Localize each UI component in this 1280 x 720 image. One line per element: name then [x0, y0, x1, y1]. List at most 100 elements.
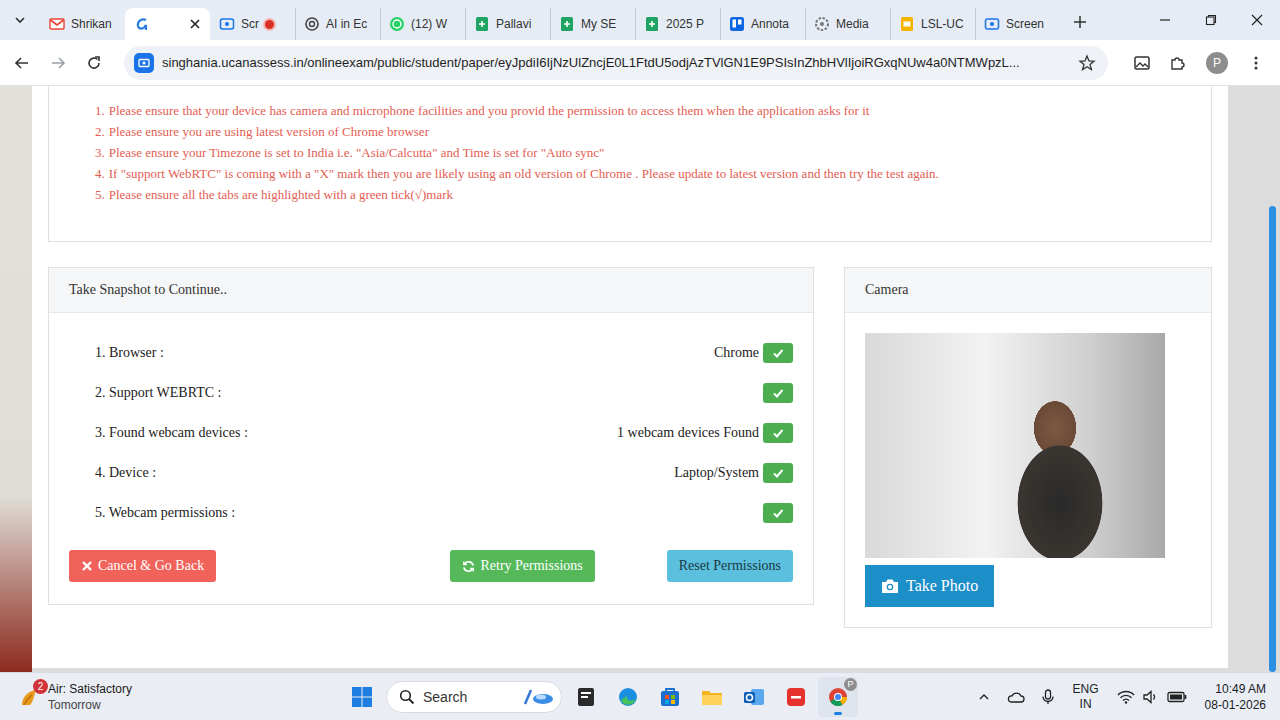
wifi-icon [1117, 690, 1135, 704]
check-label: 3. Found webcam devices : [95, 425, 248, 441]
retry-button[interactable]: Retry Permissions [450, 550, 594, 582]
reset-button[interactable]: Reset Permissions [667, 550, 793, 582]
edge-app[interactable] [608, 677, 648, 717]
weather-widget[interactable]: 2Air: SatisfactoryTomorrow [18, 681, 198, 713]
browser-tab[interactable]: Annota [720, 8, 805, 40]
scrollbar-thumb[interactable] [1269, 206, 1276, 672]
explorer-icon [700, 685, 724, 709]
chrome-app[interactable]: P [818, 677, 858, 717]
browser-tab[interactable]: My SE [550, 8, 635, 40]
check-result: Chrome [714, 343, 793, 363]
check-row: 5. Webcam permissions : [69, 493, 793, 533]
check-result: Laptop/System [674, 463, 793, 483]
restore-button[interactable] [1188, 0, 1234, 40]
clock[interactable]: 10:49 AM08-01-2026 [1199, 681, 1270, 713]
browser-tab[interactable]: LSL-UC [890, 8, 975, 40]
address-bar[interactable]: singhania.ucanassess.in/onlineexam/publi… [124, 46, 1108, 80]
button-label: Retry Permissions [480, 558, 582, 574]
close-window-button[interactable] [1234, 0, 1280, 40]
tab-search-button[interactable] [6, 6, 34, 34]
tab-label: Pallavi [496, 17, 531, 31]
minimize-button[interactable] [1142, 0, 1188, 40]
tab-strip: Shrikan ScrAI in Ec(12) W Pallavi My SE 2025… [0, 0, 1280, 40]
browser-tab[interactable] [125, 8, 210, 40]
explorer-app[interactable] [692, 677, 732, 717]
instruction-item: 1.Please ensure that your device has cam… [95, 100, 1195, 121]
store-app[interactable] [650, 677, 690, 717]
check-label: 4. Device : [95, 465, 156, 481]
check-label: 5. Webcam permissions : [95, 505, 235, 521]
button-label: Cancel & Go Back [98, 558, 204, 574]
check-badge [763, 423, 793, 443]
browser-tab[interactable]: Pallavi [465, 8, 550, 40]
check-icon [772, 427, 784, 439]
browser-tab[interactable]: Media [805, 8, 890, 40]
tab-list: Shrikan ScrAI in Ec(12) W Pallavi My SE 2025… [40, 8, 1142, 40]
outlook-app[interactable] [734, 677, 774, 717]
quick-settings[interactable] [1111, 690, 1193, 704]
screen-share-icon [134, 53, 154, 73]
instruction-text: If "support WebRTC" is coming with a "X"… [109, 163, 939, 184]
check-value: 1 webcam devices Found [617, 425, 759, 441]
check-value: Laptop/System [674, 465, 759, 481]
wps-icon [784, 685, 808, 709]
language-indicator[interactable]: ENGIN [1067, 682, 1105, 712]
profile-avatar[interactable]: P [1206, 52, 1228, 74]
minimize-icon [1159, 14, 1171, 26]
frame-left [0, 86, 32, 672]
browser-tab[interactable]: AI in Ec [295, 8, 380, 40]
start-button[interactable] [342, 677, 382, 717]
language: ENG [1073, 682, 1099, 697]
browser-tab[interactable]: (12) W [380, 8, 465, 40]
browser-tab[interactable]: Screen [975, 8, 1060, 40]
instruction-number: 2. [95, 121, 105, 142]
button-label: Reset Permissions [679, 558, 781, 574]
trello-icon [729, 16, 745, 32]
browser-tab[interactable]: Scr [210, 8, 295, 40]
instruction-text: Please ensure your Timezone is set to In… [109, 142, 605, 163]
hidden-icons-button[interactable] [971, 681, 997, 713]
tab-label: 2025 P [666, 17, 704, 31]
ucan-icon [134, 16, 150, 32]
search-highlight-icon [521, 686, 555, 708]
check-result [763, 383, 793, 403]
tab-label: Screen [1006, 17, 1044, 31]
instruction-text: Please ensure that your device has camer… [109, 100, 870, 121]
reload-button[interactable] [78, 47, 110, 79]
close-icon[interactable] [188, 17, 202, 31]
take-photo-button[interactable]: Take Photo [865, 565, 994, 607]
image-button[interactable] [1126, 47, 1158, 79]
check-row: 2. Support WEBRTC : [69, 373, 793, 413]
media-icon [814, 16, 830, 32]
files-app[interactable] [566, 677, 606, 717]
button-label: Take Photo [906, 577, 978, 595]
back-button[interactable] [6, 47, 38, 79]
windows-icon [351, 686, 373, 708]
files-icon [574, 685, 598, 709]
system-tray: ENGIN 10:49 AM08-01-2026 [971, 681, 1270, 713]
taskbar-search[interactable]: Search [386, 681, 562, 713]
browser-tab[interactable]: 2025 P [635, 8, 720, 40]
check-label: 1. Browser : [95, 345, 164, 361]
new-tab-button[interactable] [1066, 8, 1094, 36]
extensions-button[interactable] [1162, 47, 1194, 79]
onedrive-button[interactable] [1003, 681, 1029, 713]
wps-app[interactable] [776, 677, 816, 717]
menu-button[interactable] [1240, 47, 1272, 79]
microphone-button[interactable] [1035, 681, 1061, 713]
star-icon[interactable] [1078, 54, 1096, 72]
tab-label: LSL-UC [921, 17, 964, 31]
panels: Take Snapshot to Continue..1. Browser :C… [48, 267, 1212, 628]
sheets-icon [644, 16, 660, 32]
scrollbar[interactable] [1228, 86, 1280, 672]
cancel-button[interactable]: Cancel & Go Back [69, 550, 216, 582]
browser-tab[interactable]: Shrikan [40, 8, 125, 40]
edge-icon [616, 685, 640, 709]
instruction-number: 5. [95, 184, 105, 205]
check-label: 2. Support WEBRTC : [95, 385, 221, 401]
speaker-icon [1143, 690, 1159, 704]
url-text: singhania.ucanassess.in/onlineexam/publi… [162, 55, 1070, 70]
forward-button[interactable] [42, 47, 74, 79]
window-controls [1142, 0, 1280, 40]
viewport: 1.Please ensure that your device has cam… [0, 86, 1280, 672]
